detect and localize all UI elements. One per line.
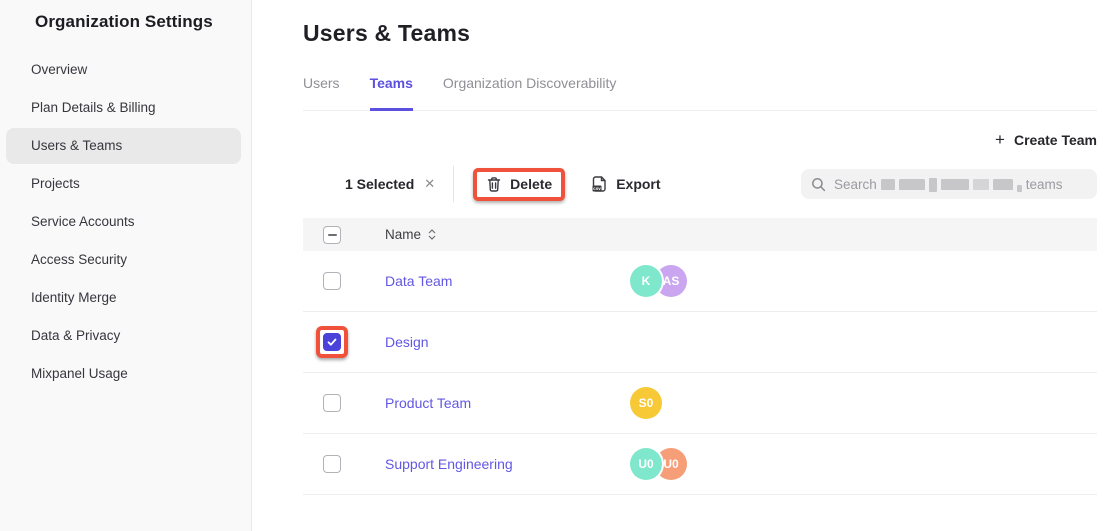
redacted-text-block — [899, 179, 925, 190]
redacted-text-block — [929, 178, 937, 192]
row-checkbox-cell — [303, 394, 385, 412]
avatar[interactable]: S0 — [630, 387, 662, 419]
sidebar-title: Organization Settings — [0, 0, 251, 32]
sidebar-item-service-accounts[interactable]: Service Accounts — [6, 204, 241, 240]
redacted-text-block — [973, 179, 989, 190]
row-checkbox-design[interactable] — [323, 333, 341, 351]
table-row-design: Design — [303, 312, 1097, 373]
team-name-cell: Design — [385, 334, 630, 350]
tab-bar: Users Teams Organization Discoverability — [303, 75, 1097, 111]
row-checkbox-support-engineering[interactable] — [323, 455, 341, 473]
sidebar: Organization Settings OverviewPlan Detai… — [0, 0, 252, 531]
row-checkbox-cell — [303, 326, 385, 358]
select-all-checkbox[interactable] — [323, 226, 341, 244]
row-checkbox-data-team[interactable] — [323, 272, 341, 290]
create-team-button[interactable]: + Create Team — [995, 132, 1097, 148]
table-row-data-team: Data Team KAS — [303, 251, 1097, 312]
search-input[interactable]: Search teams — [801, 169, 1097, 199]
redacted-text-block — [1017, 185, 1022, 192]
redacted-text-block — [993, 179, 1013, 190]
selection-summary: 1 Selected ✕ — [345, 176, 435, 192]
trash-icon — [486, 176, 502, 193]
row-checkbox-cell — [303, 455, 385, 473]
row-checkbox-product-team[interactable] — [323, 394, 341, 412]
table-header-row: Name — [303, 218, 1097, 251]
avatar[interactable]: U0 — [630, 448, 662, 480]
sidebar-item-plan-details-billing[interactable]: Plan Details & Billing — [6, 90, 241, 126]
selected-count-label: 1 Selected — [345, 176, 414, 192]
actions-row: + Create Team — [303, 130, 1097, 150]
team-name-link-design[interactable]: Design — [385, 334, 429, 350]
member-avatars: KAS — [630, 265, 687, 297]
checkbox-highlight-box — [316, 326, 348, 358]
search-icon — [811, 177, 826, 192]
team-name-link-support-engineering[interactable]: Support Engineering — [385, 456, 513, 472]
redacted-text-block — [881, 179, 895, 190]
clear-selection-icon[interactable]: ✕ — [424, 176, 435, 192]
export-label: Export — [616, 176, 660, 192]
delete-button[interactable]: Delete — [486, 176, 552, 193]
plus-icon: + — [995, 133, 1005, 147]
sidebar-item-overview[interactable]: Overview — [6, 52, 241, 88]
sidebar-nav: OverviewPlan Details & BillingUsers & Te… — [0, 52, 251, 392]
tab-users[interactable]: Users — [303, 75, 340, 111]
main-content: Users & Teams Users Teams Organization Dis… — [253, 0, 1108, 531]
row-checkbox-cell — [303, 272, 385, 290]
team-name-cell: Data Team — [385, 273, 630, 289]
export-button[interactable]: csv Export — [591, 175, 660, 193]
team-name-link-product-team[interactable]: Product Team — [385, 395, 471, 411]
team-name-cell: Product Team — [385, 395, 630, 411]
table-body: Data Team KAS Design Product Team S0 Support … — [303, 251, 1097, 495]
sidebar-item-projects[interactable]: Projects — [6, 166, 241, 202]
sort-icon[interactable] — [428, 229, 436, 240]
csv-file-icon: csv — [591, 175, 608, 193]
delete-label: Delete — [510, 176, 552, 192]
team-name-link-data-team[interactable]: Data Team — [385, 273, 452, 289]
check-icon — [326, 336, 338, 348]
svg-text:csv: csv — [593, 186, 601, 191]
team-name-cell: Support Engineering — [385, 456, 630, 472]
create-team-label: Create Team — [1014, 132, 1097, 148]
teams-table: Name Data Team KAS Design Product Team S0 Sup… — [303, 218, 1097, 495]
sidebar-item-identity-merge[interactable]: Identity Merge — [6, 280, 241, 316]
table-row-support-engineering: Support Engineering U0U0 — [303, 434, 1097, 495]
tab-organization-discoverability[interactable]: Organization Discoverability — [443, 75, 617, 111]
toolbar-divider — [453, 166, 454, 202]
avatar[interactable]: K — [630, 265, 662, 297]
sidebar-item-users-teams[interactable]: Users & Teams — [6, 128, 241, 164]
bulk-actions-toolbar: 1 Selected ✕ Delete — [303, 164, 1097, 204]
column-header-name[interactable]: Name — [385, 227, 421, 242]
app-root: Organization Settings OverviewPlan Detai… — [0, 0, 1108, 531]
table-row-product-team: Product Team S0 — [303, 373, 1097, 434]
member-avatars: S0 — [630, 387, 662, 419]
sidebar-item-data-privacy[interactable]: Data & Privacy — [6, 318, 241, 354]
redacted-text-block — [941, 179, 969, 190]
search-placeholder: Search teams — [834, 177, 1063, 192]
sidebar-item-access-security[interactable]: Access Security — [6, 242, 241, 278]
page-title: Users & Teams — [303, 20, 1097, 47]
delete-highlight-box: Delete — [473, 168, 565, 201]
member-avatars: U0U0 — [630, 448, 687, 480]
sidebar-item-mixpanel-usage[interactable]: Mixpanel Usage — [6, 356, 241, 392]
tab-teams[interactable]: Teams — [370, 75, 413, 111]
